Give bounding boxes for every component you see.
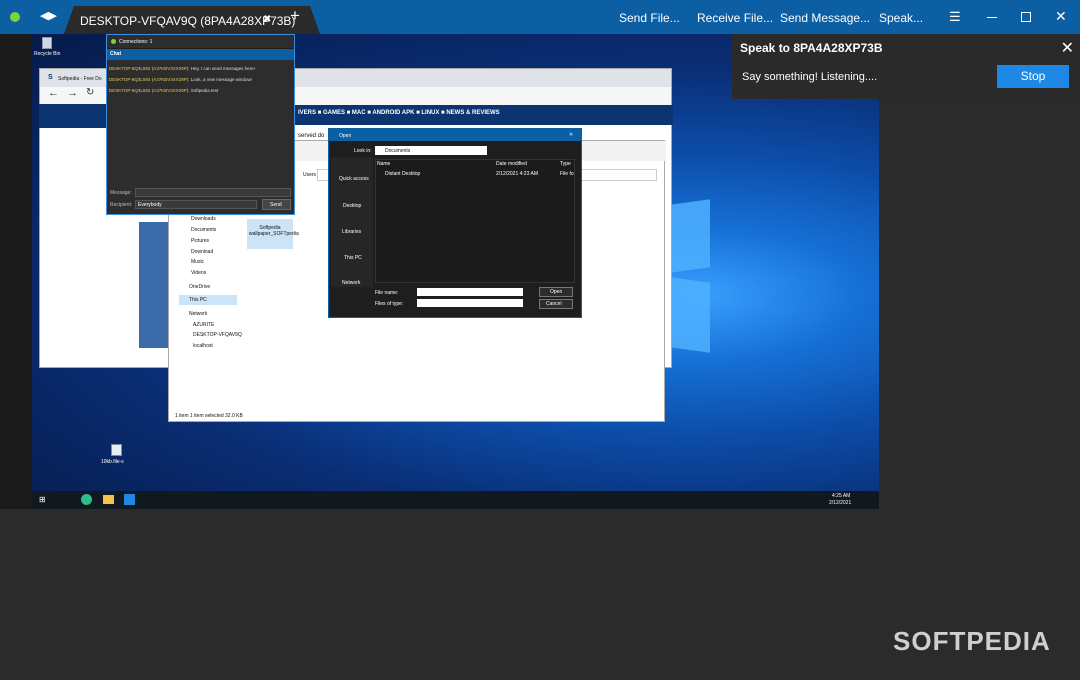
maximize-icon[interactable] <box>1021 12 1031 22</box>
forward-icon[interactable]: → <box>67 87 78 99</box>
back-icon[interactable]: ← <box>48 87 59 99</box>
file-type-label: Files of type: <box>375 301 404 307</box>
edge-icon[interactable] <box>81 494 92 505</box>
sidebar-item[interactable]: Pictures <box>191 238 209 244</box>
breadcrumb[interactable]: Users <box>303 172 316 178</box>
sidebar-item[interactable]: AZURITE <box>193 322 214 328</box>
file-label: Softpedia wallpaper_SOFTpedia <box>249 225 299 237</box>
start-icon[interactable]: ⊞ <box>39 495 46 504</box>
served-text: served do <box>298 133 325 139</box>
sidebar-item[interactable]: Documents <box>191 227 216 233</box>
sidebar-item[interactable]: localhost <box>193 343 213 349</box>
send-message-button[interactable]: Send Message... <box>780 11 870 25</box>
remote-desktop-view[interactable]: Recycle Bin Softpedia - Free Do S ← → ↻ … <box>32 34 879 509</box>
file-name-input[interactable] <box>417 288 523 296</box>
sidebar-selection <box>179 295 237 305</box>
softpedia-s-icon: S <box>48 74 53 81</box>
connections-label: Connections: 1 <box>119 39 153 45</box>
close-icon[interactable]: ✕ <box>1055 8 1067 25</box>
explorer-icon[interactable] <box>103 495 114 504</box>
chat-title-bar <box>107 49 294 60</box>
place-item[interactable]: Quick access <box>339 176 369 182</box>
listening-text: Say something! Listening.... <box>742 71 878 83</box>
file-type-select[interactable] <box>417 299 523 307</box>
speak-button[interactable]: Speak... <box>879 11 923 25</box>
taskbar-date: 2/12/2021 <box>829 500 852 506</box>
open-label: Open <box>550 289 563 295</box>
minimize-icon[interactable] <box>987 17 997 18</box>
taskbar-time: 4:25 AM <box>832 493 851 499</box>
sidebar-item[interactable]: Music <box>191 259 204 265</box>
recycle-bin-icon[interactable] <box>42 37 52 49</box>
left-margin <box>0 34 32 509</box>
message-label: Message: <box>110 190 132 196</box>
sidebar-item[interactable]: Network <box>189 311 207 317</box>
windows-logo-pane <box>670 199 710 273</box>
chat-title: Chat <box>110 51 122 57</box>
look-in-value: Documents <box>385 148 411 154</box>
dialog-close-icon[interactable]: ✕ <box>569 132 573 138</box>
column-header[interactable]: Date modified <box>496 161 527 167</box>
open-file-dialog[interactable]: Open ✕ Look in: Documents Quick access D… <box>328 128 582 318</box>
sidebar-item[interactable]: Downloads <box>191 216 216 222</box>
browser-tab[interactable]: Softpedia - Free Do <box>58 76 102 82</box>
dialog-title: Open <box>339 133 352 139</box>
column-header[interactable]: Name <box>377 161 390 167</box>
place-item[interactable]: Libraries <box>342 229 361 235</box>
refresh-icon[interactable]: ↻ <box>86 87 94 98</box>
send-label: Send <box>270 202 282 208</box>
site-nav-items[interactable]: IVERS ■ GAMES ■ MAC ■ ANDROID APK ■ LINU… <box>298 110 500 116</box>
chat-window[interactable]: Connections: 1 Chat DESKTOP-8Q3L593 (A37… <box>106 34 295 215</box>
close-icon[interactable]: ✕ <box>1061 38 1074 58</box>
chat-message: DESKTOP-8Q3L593 (A37KBV3XX29P): Hey, I c… <box>109 66 255 71</box>
message-input[interactable] <box>135 188 291 197</box>
sidebar-item[interactable]: Download <box>191 249 213 255</box>
status-dot-icon <box>10 12 20 22</box>
site-banner <box>39 104 107 128</box>
switch-arrows-icon[interactable]: ◀▶ <box>40 9 57 22</box>
tab-remote-session[interactable]: DESKTOP-VFQAV9Q (8PA4A28XP73B) ✖ <box>64 6 320 34</box>
sidebar-item[interactable]: Videos <box>191 270 206 276</box>
connection-dot-icon <box>111 39 116 44</box>
distant-desktop-icon[interactable] <box>124 494 135 505</box>
dialog-title-bar <box>329 129 581 141</box>
column-header[interactable]: Type <box>560 161 571 167</box>
remote-taskbar: ⊞ 4:25 AM 2/12/2021 <box>32 491 879 509</box>
sidebar-item[interactable]: OneDrive <box>189 284 210 290</box>
file-name-label: File name: <box>375 290 399 296</box>
recycle-bin-label: Recycle Bin <box>34 51 61 57</box>
new-tab-button[interactable]: + <box>290 6 300 26</box>
place-item[interactable]: Desktop <box>343 203 361 209</box>
file-list[interactable] <box>375 159 575 283</box>
look-in-label: Look in: <box>354 148 372 154</box>
desktop-file-label: 10kb.file-s <box>101 459 124 465</box>
recipient-value: Everybody <box>138 202 162 208</box>
windows-logo-pane <box>670 277 710 353</box>
softpedia-watermark: SOFTPEDIA <box>893 626 1051 656</box>
top-toolbar: ◀▶ DESKTOP-VFQAV9Q (8PA4A28XP73B) ✖ + Se… <box>0 0 1080 34</box>
file-row-type: File fo <box>560 171 574 177</box>
file-row-date: 2/12/2021 4:23 AM <box>496 171 538 177</box>
file-row-name[interactable]: Distant Desktop <box>385 171 420 177</box>
recipient-label: Recipient: <box>110 202 133 208</box>
chat-message: DESKTOP-8Q3L593 (A37KBV3XX29P): Softpedi… <box>109 88 219 93</box>
menu-icon[interactable]: ☰ <box>949 9 961 25</box>
place-item[interactable]: This PC <box>344 255 362 261</box>
receive-file-button[interactable]: Receive File... <box>697 11 773 25</box>
sidebar-item[interactable]: DESKTOP-VFQAV9Q <box>193 332 242 338</box>
file-icon[interactable] <box>111 444 122 456</box>
speak-panel: Speak to 8PA4A28XP73B ✕ Say something! L… <box>732 34 1080 99</box>
tab-close-icon[interactable]: ✖ <box>263 14 271 25</box>
cancel-label: Cancel <box>546 301 562 307</box>
explorer-status: 1 item 1 item selected 32.0 KB <box>175 413 243 419</box>
send-file-button[interactable]: Send File... <box>619 11 680 25</box>
stop-button[interactable]: Stop <box>997 65 1069 88</box>
place-item[interactable]: Network <box>342 280 360 286</box>
background-app-panel <box>139 222 169 348</box>
chat-message: DESKTOP-8Q3L593 (A37KBV3XX29P): Look, a … <box>109 77 253 82</box>
speak-title: Speak to 8PA4A28XP73B <box>740 41 883 55</box>
sidebar-item[interactable]: This PC <box>189 297 207 303</box>
